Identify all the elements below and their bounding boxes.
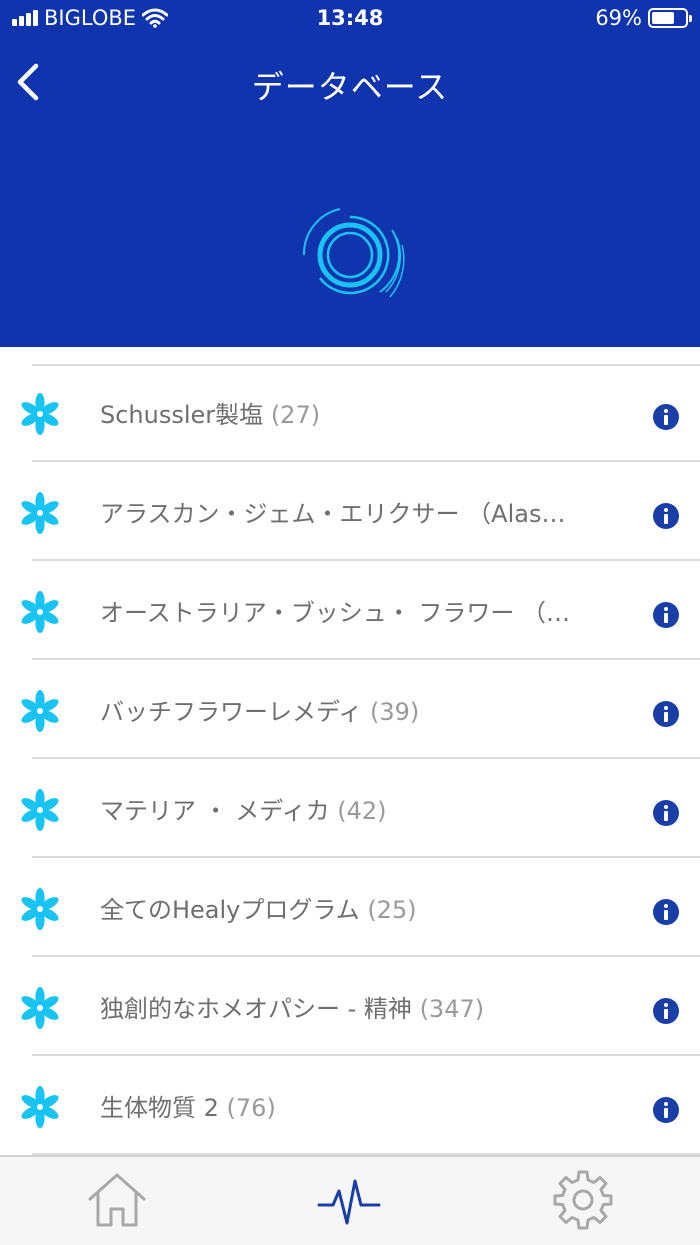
tab-analysis[interactable]	[315, 1167, 385, 1233]
list-item-label: 全てのHealyプログラム (25)	[100, 890, 600, 925]
flower-icon	[21, 1086, 59, 1128]
list-item-label: マテリア ・ メディカ (42)	[100, 791, 600, 826]
list-item[interactable]: 生体物質 2 (76)	[0, 1058, 700, 1155]
pulse-icon	[317, 1179, 381, 1225]
flower-icon	[21, 591, 59, 633]
list-item[interactable]: アラスカン・ジェム・エリクサー （Alas…	[0, 464, 700, 561]
tab-bar	[0, 1155, 700, 1245]
page-title: データベース	[251, 68, 449, 106]
list-item-count: (27)	[270, 401, 321, 429]
list-item-title: Schussler製塩	[100, 401, 264, 429]
tab-settings[interactable]	[548, 1167, 618, 1233]
status-right: 69%	[595, 6, 692, 30]
list-item-title: 全てのHealyプログラム	[100, 896, 360, 924]
list-item-title: 独創的なホメオパシー - 精神	[100, 995, 412, 1023]
flower-icon	[21, 987, 59, 1029]
flower-icon	[21, 789, 59, 831]
list-item-label: アラスカン・ジェム・エリクサー （Alas…	[100, 494, 600, 529]
battery-percent: 69%	[595, 6, 642, 30]
list-item-label: Schussler製塩 (27)	[100, 395, 600, 430]
divider	[32, 955, 700, 957]
list-item[interactable]: 独創的なホメオパシー - 精神 (347)	[0, 959, 700, 1056]
list-item-title: オーストラリア・ブッシュ・ フラワー （…	[100, 599, 571, 627]
flower-icon	[21, 393, 59, 435]
list-item-title: アラスカン・ジェム・エリクサー （Alas…	[100, 500, 566, 528]
header: BIGLOBE 13:48 69% データベース	[0, 0, 700, 347]
list-item[interactable]: オーストラリア・ブッシュ・ フラワー （…	[0, 563, 700, 660]
list-item-title: 生体物質 2	[100, 1094, 219, 1122]
list-item-title: バッチフラワーレメディ	[100, 698, 363, 726]
info-icon[interactable]	[652, 601, 680, 629]
list-item[interactable]: Schussler製塩 (27)	[0, 365, 700, 462]
list-item[interactable]: 全てのHealyプログラム (25)	[0, 860, 700, 957]
gear-icon	[553, 1170, 613, 1230]
list-item-count: (42)	[337, 797, 387, 825]
flower-icon	[21, 492, 59, 534]
list-item-label: バッチフラワーレメディ (39)	[100, 692, 600, 727]
list-item-count: (347)	[419, 995, 485, 1023]
list-item-label: 生体物質 2 (76)	[100, 1088, 600, 1123]
info-icon[interactable]	[652, 898, 680, 926]
divider	[32, 1054, 700, 1056]
battery-icon	[648, 8, 692, 28]
tab-home[interactable]	[82, 1167, 152, 1233]
info-icon[interactable]	[652, 700, 680, 728]
battery-fill	[652, 12, 674, 24]
info-icon[interactable]	[652, 799, 680, 827]
info-icon[interactable]	[652, 403, 680, 431]
list-item-label: 独創的なホメオパシー - 精神 (347)	[100, 989, 600, 1024]
info-icon[interactable]	[652, 997, 680, 1025]
info-icon[interactable]	[652, 1096, 680, 1124]
divider	[32, 757, 700, 759]
list-item-label: オーストラリア・ブッシュ・ フラワー （…	[100, 593, 600, 628]
flower-icon	[21, 888, 59, 930]
database-list: Schussler製塩 (27) アラスカン・ジェム・エリクサー （Alas… オ…	[0, 347, 700, 1155]
status-bar: BIGLOBE 13:48 69%	[0, 0, 700, 40]
info-icon[interactable]	[652, 502, 680, 530]
divider	[32, 559, 700, 561]
list-item-count: (76)	[226, 1094, 276, 1122]
divider	[32, 460, 700, 462]
flower-icon	[21, 690, 59, 732]
list-item-count: (39)	[369, 698, 420, 726]
list-item[interactable]: マテリア ・ メディカ (42)	[0, 761, 700, 858]
list-item-title: マテリア ・ メディカ	[100, 797, 330, 825]
list-item-count: (25)	[367, 896, 417, 924]
home-icon	[88, 1173, 146, 1227]
divider	[32, 856, 700, 858]
divider	[32, 658, 700, 660]
healy-logo-icon	[302, 208, 405, 298]
list-item[interactable]: バッチフラワーレメディ (39)	[0, 662, 700, 759]
